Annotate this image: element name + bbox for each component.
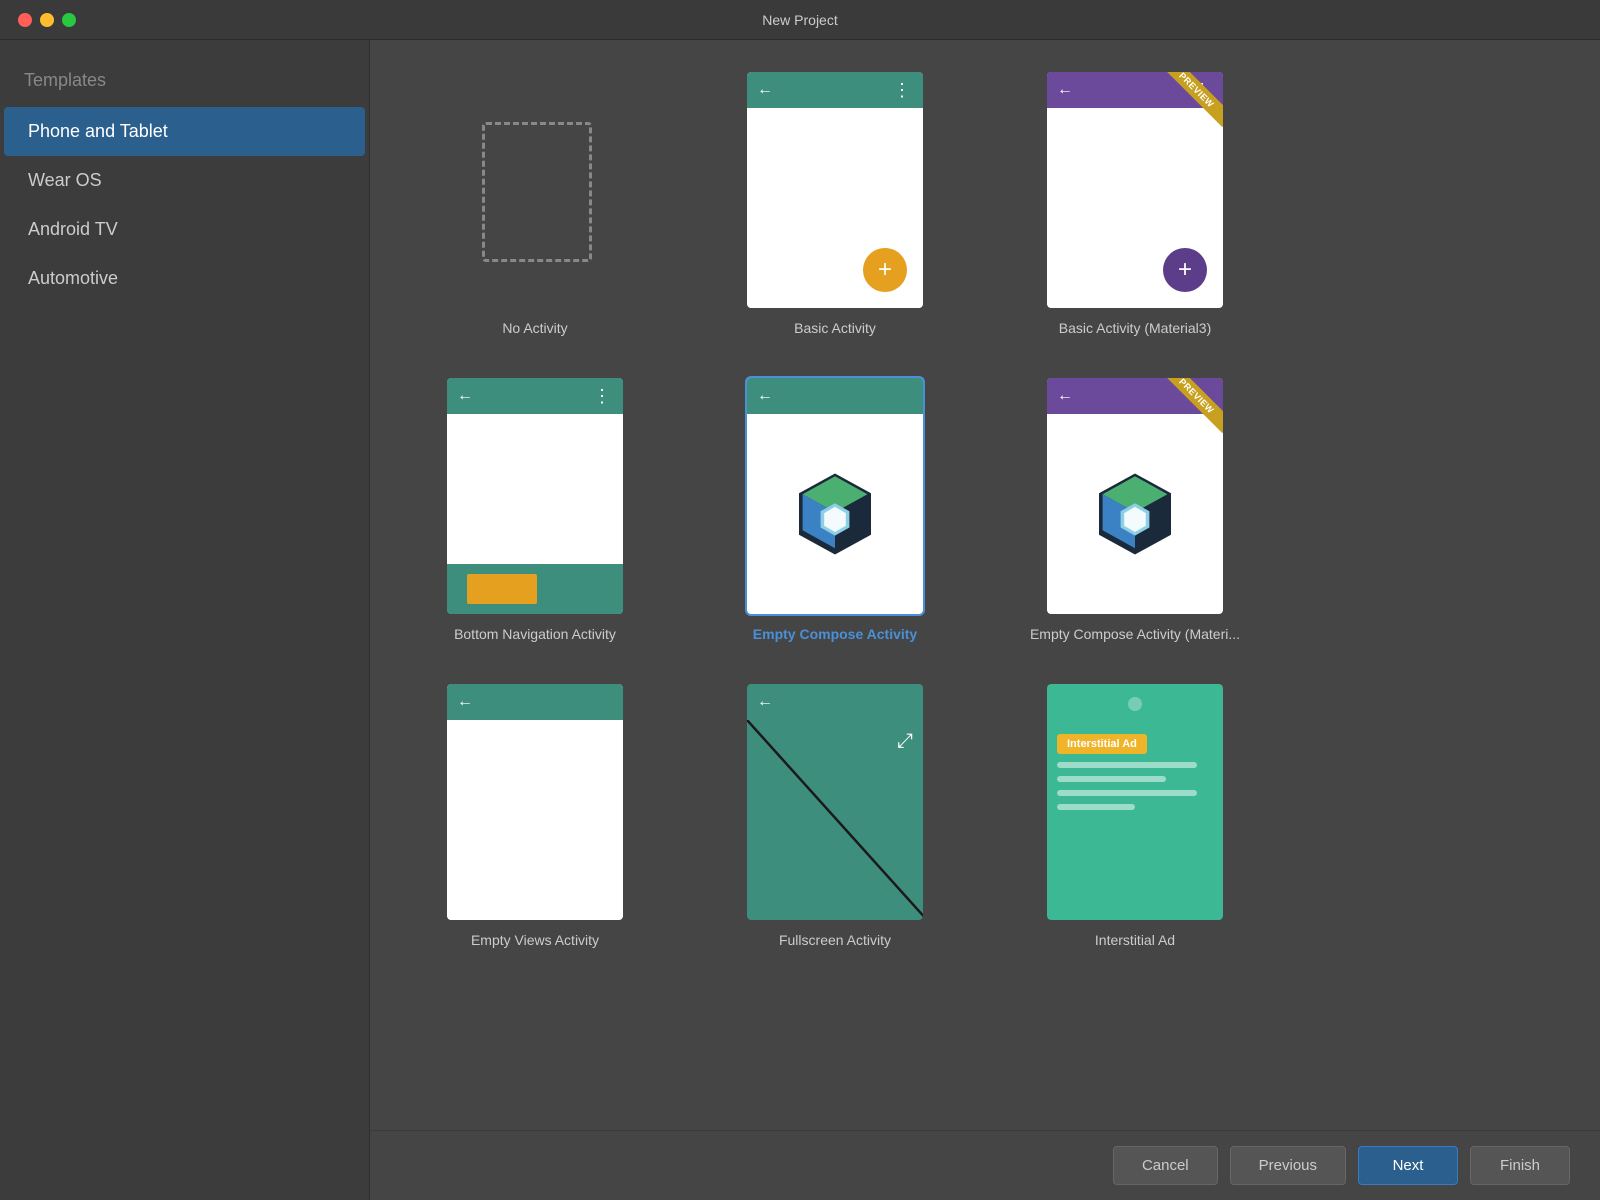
templates-grid: No Activity ← ⋮ + Basic Activity (370, 40, 1600, 1130)
sidebar-item-phone-tablet[interactable]: Phone and Tablet (4, 107, 365, 156)
previous-button[interactable]: Previous (1230, 1146, 1346, 1185)
template-preview-interstitial-ad: Interstitial Ad (1045, 682, 1225, 922)
dashed-rect-icon (482, 122, 592, 262)
interstitial-body: Interstitial Ad (1047, 724, 1223, 920)
compose-logo-icon (790, 469, 880, 559)
preview-badge-label-ecm: PREVIEW (1163, 378, 1223, 433)
topbar-compose: ← (747, 378, 923, 414)
template-label-no-activity: No Activity (502, 320, 567, 336)
topbar-basic: ← ⋮ (747, 72, 923, 108)
template-preview-no-activity (445, 70, 625, 310)
back-arrow-icon-ea: ← (457, 693, 473, 711)
interstitial-line-2 (1057, 776, 1166, 782)
topbar-bottom-nav: ← ⋮ (447, 378, 623, 414)
empty-body (447, 720, 623, 920)
template-interstitial-ad[interactable]: Interstitial Ad Interstitial Ad (1000, 682, 1270, 948)
title-bar: New Project (0, 0, 1600, 40)
preview-badge-ecm: PREVIEW (1163, 378, 1223, 438)
interstitial-ad-badge: Interstitial Ad (1057, 734, 1147, 754)
back-arrow-icon-m3: ← (1057, 81, 1073, 99)
bottom-nav-highlight (467, 574, 537, 604)
cancel-button[interactable]: Cancel (1113, 1146, 1218, 1185)
interstitial-line-4 (1057, 804, 1135, 810)
template-basic-material3[interactable]: ← ⋮ + PREVIEW Basic Activity (Material3) (1000, 70, 1270, 336)
maximize-button[interactable] (62, 13, 76, 27)
bottom-nav-bar (447, 564, 623, 614)
bottom-toolbar: Cancel Previous Next Finish (370, 1130, 1600, 1200)
interstitial-line-3 (1057, 790, 1197, 796)
sidebar-item-android-tv[interactable]: Android TV (4, 205, 365, 254)
interstitial-top (1047, 684, 1223, 724)
sidebar-item-wear-os[interactable]: Wear OS (4, 156, 365, 205)
template-preview-empty-activity: ← (445, 682, 625, 922)
phone-body-compose-material (1047, 414, 1223, 614)
sidebar-section-title: Templates (0, 60, 369, 107)
template-fullscreen[interactable]: ← ⤢ Fullscreen Activity (700, 682, 970, 948)
topbar-fullscreen: ← (747, 684, 923, 720)
window-title: New Project (762, 12, 837, 28)
compose-logo-material-icon (1090, 469, 1180, 559)
menu-dots-icon-bn: ⋮ (593, 386, 613, 407)
template-label-basic-m3: Basic Activity (Material3) (1059, 320, 1211, 336)
phone-body-bottom-nav (447, 414, 623, 564)
close-button[interactable] (18, 13, 32, 27)
template-preview-empty-compose: ← (745, 376, 925, 616)
fab-icon-m3: + (1163, 248, 1207, 292)
preview-badge-label-m3: PREVIEW (1163, 72, 1223, 127)
nav-body: ⤢ (747, 720, 923, 920)
template-preview-basic-activity: ← ⋮ + (745, 70, 925, 310)
template-label-empty-compose-material: Empty Compose Activity (Materi... (1030, 626, 1240, 642)
sidebar: Templates Phone and Tablet Wear OS Andro… (0, 40, 370, 1200)
template-label-empty-compose: Empty Compose Activity (753, 626, 917, 642)
template-basic-activity[interactable]: ← ⋮ + Basic Activity (700, 70, 970, 336)
template-preview-empty-compose-material: ← PREVIEW (1045, 376, 1225, 616)
template-label-bottom-nav: Bottom Navigation Activity (454, 626, 616, 642)
back-arrow-icon: ← (757, 81, 773, 99)
template-preview-fullscreen: ← ⤢ (745, 682, 925, 922)
template-preview-basic-material3: ← ⋮ + PREVIEW (1045, 70, 1225, 310)
traffic-lights (18, 13, 76, 27)
template-label-interstitial-ad: Interstitial Ad (1095, 932, 1175, 948)
template-no-activity[interactable]: No Activity (400, 70, 670, 336)
content-area: No Activity ← ⋮ + Basic Activity (370, 40, 1600, 1200)
template-label-basic: Basic Activity (794, 320, 876, 336)
template-label-empty-activity: Empty Views Activity (471, 932, 599, 948)
phone-body-basic: + (747, 108, 923, 308)
interstitial-line-1 (1057, 762, 1197, 768)
minimize-button[interactable] (40, 13, 54, 27)
back-arrow-icon-bn: ← (457, 387, 473, 405)
template-empty-compose-material[interactable]: ← PREVIEW (1000, 376, 1270, 642)
template-empty-compose[interactable]: ← (700, 376, 970, 642)
fab-icon: + (863, 248, 907, 292)
back-arrow-icon-ecm: ← (1057, 387, 1073, 405)
expand-icon: ⤢ (897, 730, 913, 753)
template-preview-bottom-nav: ← ⋮ (445, 376, 625, 616)
next-button[interactable]: Next (1358, 1146, 1458, 1185)
preview-badge-m3: PREVIEW (1163, 72, 1223, 132)
circle-icon (1128, 697, 1142, 711)
phone-body-compose (747, 414, 923, 614)
main-layout: Templates Phone and Tablet Wear OS Andro… (0, 40, 1600, 1200)
topbar-empty: ← (447, 684, 623, 720)
back-arrow-icon-fs: ← (757, 693, 773, 711)
finish-button[interactable]: Finish (1470, 1146, 1570, 1185)
phone-body-material3: + (1047, 108, 1223, 308)
back-arrow-icon-ec: ← (757, 387, 773, 405)
menu-dots-icon: ⋮ (893, 80, 913, 101)
template-label-fullscreen: Fullscreen Activity (779, 932, 891, 948)
template-bottom-nav[interactable]: ← ⋮ Bottom Navigation Activity (400, 376, 670, 642)
sidebar-item-automotive[interactable]: Automotive (4, 254, 365, 303)
template-empty-activity[interactable]: ← Empty Views Activity (400, 682, 670, 948)
